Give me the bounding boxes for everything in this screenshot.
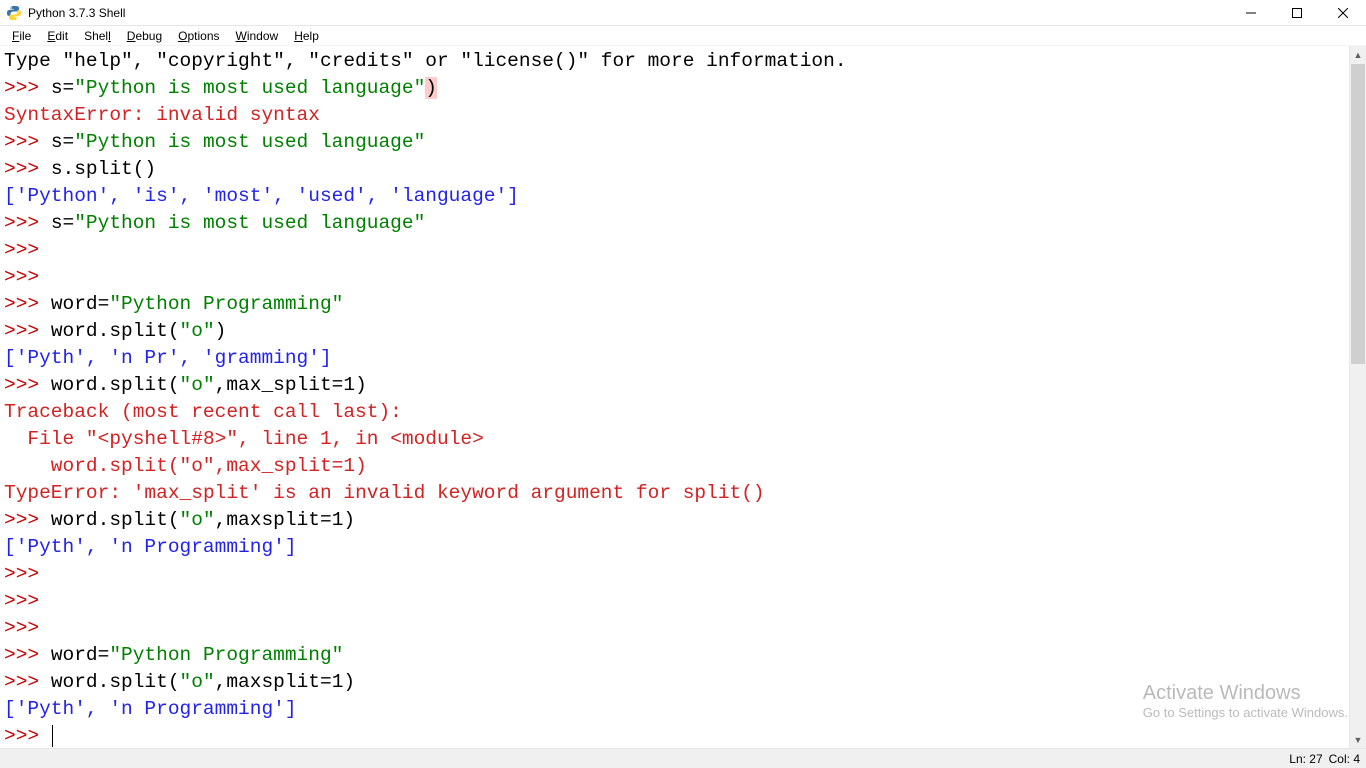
menubar: File Edit Shell Debug Options Window Hel… — [0, 26, 1366, 46]
output-list: ['Pyth', 'n Programming'] — [4, 536, 297, 558]
prompt: >>> — [4, 77, 51, 99]
menu-help[interactable]: Help — [286, 28, 327, 44]
window-title: Python 3.7.3 Shell — [28, 6, 125, 20]
traceback-line: File "<pyshell#8>", line 1, in <module> — [4, 428, 484, 450]
output-list: ['Pyth', 'n Pr', 'gramming'] — [4, 347, 332, 369]
titlebar: Python 3.7.3 Shell — [0, 0, 1366, 26]
status-column: Col: 4 — [1329, 752, 1360, 766]
maximize-button[interactable] — [1274, 0, 1320, 25]
menu-options[interactable]: Options — [170, 28, 227, 44]
statusbar: Ln: 27 Col: 4 — [0, 748, 1366, 768]
syntax-error: SyntaxError: invalid syntax — [4, 104, 320, 126]
status-line: Ln: 27 — [1289, 752, 1322, 766]
text-caret — [52, 725, 53, 747]
type-error: TypeError: 'max_split' is an invalid key… — [4, 482, 765, 504]
output-list: ['Pyth', 'n Programming'] — [4, 698, 297, 720]
menu-shell[interactable]: Shell — [76, 28, 119, 44]
window-controls — [1228, 0, 1366, 25]
menu-edit[interactable]: Edit — [39, 28, 76, 44]
scroll-down-arrow-icon[interactable]: ▼ — [1350, 731, 1366, 748]
menu-window[interactable]: Window — [228, 28, 287, 44]
menu-debug[interactable]: Debug — [119, 28, 170, 44]
scroll-up-arrow-icon[interactable]: ▲ — [1350, 46, 1366, 63]
close-button[interactable] — [1320, 0, 1366, 25]
editor-area: Type "help", "copyright", "credits" or "… — [0, 46, 1366, 748]
syntax-error-marker: ) — [425, 77, 437, 99]
python-icon — [6, 5, 22, 21]
minimize-button[interactable] — [1228, 0, 1274, 25]
output-list: ['Python', 'is', 'most', 'used', 'langua… — [4, 185, 519, 207]
scroll-thumb[interactable] — [1351, 64, 1365, 364]
shell-text[interactable]: Type "help", "copyright", "credits" or "… — [0, 46, 1366, 748]
vertical-scrollbar[interactable]: ▲ ▼ — [1349, 46, 1366, 748]
traceback-line: word.split("o",max_split=1) — [4, 455, 367, 477]
menu-file[interactable]: File — [4, 28, 39, 44]
traceback-line: Traceback (most recent call last): — [4, 401, 402, 423]
banner-line: Type "help", "copyright", "credits" or "… — [4, 50, 847, 72]
